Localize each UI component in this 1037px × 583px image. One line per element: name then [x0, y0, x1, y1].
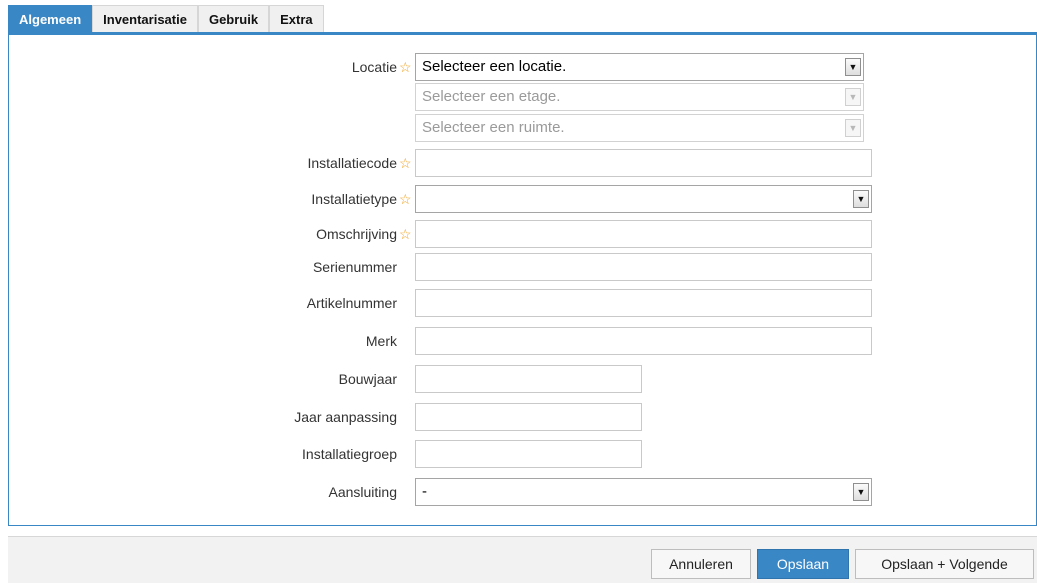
ruimte-placeholder: Selecteer een ruimte.: [422, 119, 565, 136]
tab-bar: Algemeen Inventarisatie Gebruik Extra: [8, 5, 324, 32]
aansluiting-value: -: [422, 483, 427, 500]
merk-label: Merk: [365, 333, 397, 349]
star-icon: ☆: [399, 155, 412, 171]
serienummer-label: Serienummer: [312, 259, 397, 275]
locatie-label: Locatie: [351, 59, 397, 75]
form-panel: Locatie ☆ Selecteer een locatie. ▼ Selec…: [8, 32, 1037, 526]
artikelnummer-input[interactable]: [415, 289, 872, 317]
installatiecode-label: Installatiecode: [307, 155, 397, 171]
jaar-aanpassing-input[interactable]: [415, 403, 642, 431]
dropdown-arrow-icon: ▼: [845, 119, 861, 137]
aansluiting-label: Aansluiting: [328, 484, 398, 500]
row-artikelnummer: Artikelnummer: [9, 289, 1037, 317]
aansluiting-select[interactable]: - ▼: [415, 478, 872, 506]
save-next-button[interactable]: Opslaan + Volgende: [855, 549, 1034, 579]
locatie-select[interactable]: Selecteer een locatie. ▼: [415, 53, 864, 81]
star-icon: ☆: [399, 191, 412, 207]
row-installatiecode: Installatiecode ☆: [9, 149, 1037, 177]
ruimte-select: Selecteer een ruimte. ▼: [415, 114, 864, 142]
row-omschrijving: Omschrijving ☆: [9, 220, 1037, 248]
cancel-button[interactable]: Annuleren: [651, 549, 751, 579]
locatie-value: Selecteer een locatie.: [422, 58, 567, 75]
dropdown-arrow-icon[interactable]: ▼: [853, 483, 869, 501]
row-aansluiting: Aansluiting - ▼: [9, 478, 1037, 506]
tab-algemeen[interactable]: Algemeen: [8, 5, 93, 32]
row-locatie: Locatie ☆ Selecteer een locatie. ▼: [9, 53, 1037, 81]
jaar-aanpassing-label: Jaar aanpassing: [294, 409, 397, 425]
installatiecode-input[interactable]: [415, 149, 872, 177]
artikelnummer-label: Artikelnummer: [306, 295, 397, 311]
save-button[interactable]: Opslaan: [757, 549, 849, 579]
installatiegroep-label: Installatiegroep: [302, 446, 397, 462]
row-installatietype: Installatietype ☆ ▼: [9, 185, 1037, 213]
tab-extra[interactable]: Extra: [269, 5, 324, 32]
row-ruimte: Selecteer een ruimte. ▼: [9, 114, 1037, 142]
dropdown-arrow-icon[interactable]: ▼: [853, 190, 869, 208]
row-jaar-aanpassing: Jaar aanpassing: [9, 403, 1037, 431]
row-merk: Merk: [9, 327, 1037, 355]
serienummer-input[interactable]: [415, 253, 872, 281]
installatietype-select[interactable]: ▼: [415, 185, 872, 213]
row-bouwjaar: Bouwjaar: [9, 365, 1037, 393]
omschrijving-input[interactable]: [415, 220, 872, 248]
merk-input[interactable]: [415, 327, 872, 355]
bouwjaar-input[interactable]: [415, 365, 642, 393]
star-icon: ☆: [399, 226, 412, 242]
row-etage: Selecteer een etage. ▼: [9, 83, 1037, 111]
installatietype-label: Installatietype: [311, 191, 397, 207]
tab-gebruik[interactable]: Gebruik: [197, 5, 270, 32]
omschrijving-label: Omschrijving: [316, 226, 397, 242]
row-installatiegroep: Installatiegroep: [9, 440, 1037, 468]
etage-placeholder: Selecteer een etage.: [422, 88, 561, 105]
dropdown-arrow-icon: ▼: [845, 88, 861, 106]
star-icon: ☆: [399, 59, 412, 75]
dropdown-arrow-icon[interactable]: ▼: [845, 58, 861, 76]
tab-inventarisatie[interactable]: Inventarisatie: [92, 5, 198, 32]
etage-select: Selecteer een etage. ▼: [415, 83, 864, 111]
bouwjaar-label: Bouwjaar: [338, 371, 397, 387]
row-serienummer: Serienummer: [9, 253, 1037, 281]
installatiegroep-input[interactable]: [415, 440, 642, 468]
